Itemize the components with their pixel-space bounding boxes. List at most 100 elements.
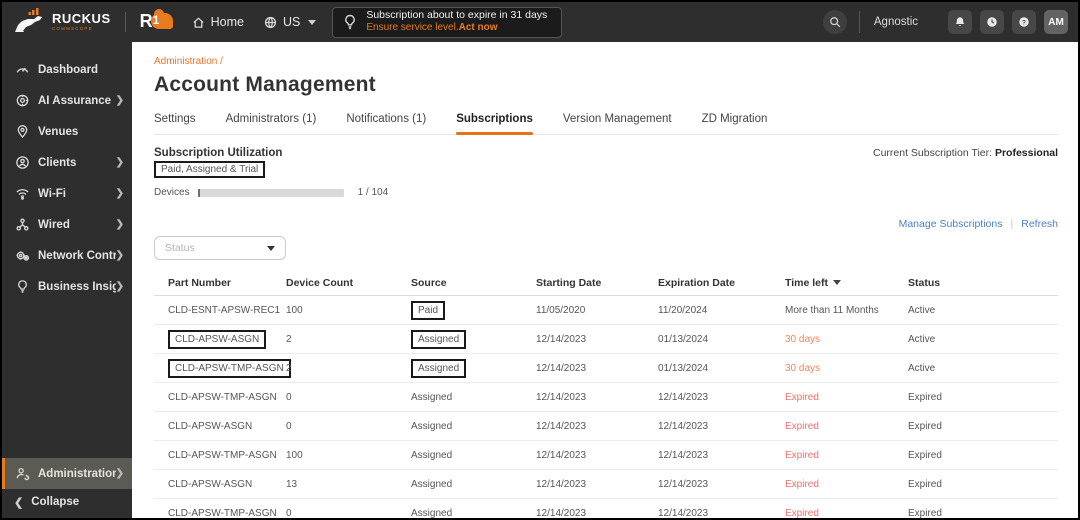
sidebar-collapse-button[interactable]: ❮ Collapse	[2, 489, 132, 515]
cell-part-number: CLD-APSW-TMP-ASGN	[168, 507, 277, 519]
venues-pin-icon	[14, 124, 30, 140]
cell-starting-date: 12/14/2023	[536, 507, 587, 519]
sidebar-item-venues[interactable]: Venues	[2, 116, 132, 147]
table-row[interactable]: CLD-APSW-ASGN 13 Assigned 12/14/2023 12/14/2…	[154, 470, 1058, 499]
cell-source-annotation-box: Assigned	[411, 358, 467, 378]
status-filter-placeholder: Status	[165, 242, 195, 254]
column-header-part-number[interactable]: Part Number	[154, 277, 272, 289]
brand-divider	[124, 12, 126, 32]
table-row[interactable]: CLD-APSW-TMP-ASGN 0 Assigned 12/14/2023 12/1…	[154, 383, 1058, 412]
refresh-link[interactable]: Refresh	[1021, 218, 1058, 230]
sidebar-item-label: Wired	[38, 218, 70, 231]
cell-status: Expired	[908, 420, 942, 432]
column-header-status[interactable]: Status	[894, 277, 1058, 289]
svg-text:?: ?	[1022, 20, 1026, 27]
sidebar-item-wired[interactable]: Wired ❯	[2, 209, 132, 240]
tab-administrators-1[interactable]: Administrators (1)	[226, 113, 317, 134]
sidebar-nav-list: Dashboard AI Assurance ❯ Venues Clients ❯ Wi-F…	[2, 42, 132, 302]
search-button[interactable]	[822, 10, 847, 34]
cell-starting-date: 12/14/2023	[536, 333, 587, 345]
region-selector[interactable]: US	[264, 15, 317, 29]
home-nav-button[interactable]: Home	[192, 15, 244, 29]
table-header-row: Part Number Device Count Source Starting Da…	[154, 270, 1058, 296]
dashboard-icon	[14, 62, 30, 78]
search-icon	[830, 17, 841, 28]
column-header-time-left[interactable]: Time left	[771, 277, 894, 289]
tab-subscriptions[interactable]: Subscriptions	[456, 113, 533, 135]
chevron-right-icon: ❯	[115, 188, 124, 199]
r1-product-logo: R 1	[140, 9, 174, 34]
account-name-label: Agnostic	[873, 16, 918, 28]
tab-version-management[interactable]: Version Management	[563, 113, 672, 134]
tab-zd-migration[interactable]: ZD Migration	[702, 113, 768, 134]
cell-device-count: 13	[286, 478, 298, 490]
notifications-button[interactable]	[948, 10, 972, 34]
tab-settings[interactable]: Settings	[154, 113, 196, 134]
cell-time-left: Expired	[785, 391, 819, 403]
sidebar-item-wi-fi[interactable]: Wi-Fi ❯	[2, 178, 132, 209]
clock-icon	[987, 17, 997, 27]
table-body: CLD-ESNT-APSW-REC1 100 Paid 11/05/2020 11/20…	[154, 296, 1058, 518]
sidebar-item-label: AI Assurance	[38, 94, 112, 107]
bulb-icon	[345, 14, 356, 30]
cell-starting-date: 12/14/2023	[536, 391, 587, 403]
cell-device-count: 0	[286, 507, 292, 519]
sidebar-item-administration[interactable]: Administration ❯	[2, 458, 132, 489]
sidebar-item-ai-assurance[interactable]: AI Assurance ❯	[2, 85, 132, 116]
column-header-device-count[interactable]: Device Count	[272, 277, 397, 289]
help-button[interactable]: ?	[1012, 10, 1036, 34]
cell-expiration-date: 11/20/2024	[658, 304, 708, 316]
cell-starting-date: 12/14/2023	[536, 362, 587, 374]
cell-part-number: CLD-APSW-ASGN	[168, 478, 253, 490]
cell-expiration-date: 12/14/2023	[658, 478, 709, 490]
home-icon	[193, 16, 204, 28]
column-header-source[interactable]: Source	[397, 277, 522, 289]
column-header-expiration-date[interactable]: Expiration Date	[644, 277, 771, 289]
cell-expiration-date: 01/13/2024	[658, 333, 709, 345]
cell-status: Expired	[908, 449, 942, 461]
table-row[interactable]: CLD-APSW-TMP-ASGN 100 Assigned 12/14/2023 12…	[154, 441, 1058, 470]
sort-caret-icon	[832, 280, 841, 285]
cell-status: Active	[908, 304, 936, 316]
cell-source: Assigned	[397, 358, 522, 378]
cell-expiration-date: 01/13/2024	[658, 362, 709, 374]
wired-icon	[14, 217, 30, 233]
sidebar-item-clients[interactable]: Clients ❯	[2, 147, 132, 178]
tab-notifications-1[interactable]: Notifications (1)	[346, 113, 426, 134]
table-row[interactable]: CLD-ESNT-APSW-REC1 100 Paid 11/05/2020 11/20…	[154, 296, 1058, 325]
globe-icon	[264, 16, 277, 28]
user-avatar[interactable]: AM	[1044, 10, 1068, 34]
cell-time-left: 30 days	[785, 362, 821, 374]
alert-submessage: Ensure service level.Act now	[366, 22, 547, 35]
chevron-right-icon: ❯	[115, 281, 124, 292]
table-row[interactable]: CLD-APSW-ASGN 2 Assigned 12/14/2023 01/13/20…	[154, 325, 1058, 354]
column-header-starting-date[interactable]: Starting Date	[522, 277, 644, 289]
table-row[interactable]: CLD-APSW-TMP-ASGN 0 Assigned 12/14/2023 12/1…	[154, 499, 1058, 519]
chevron-down-icon	[308, 19, 317, 25]
top-bar: RUCKUS COMMSCOPE R 1 Home US Subscriptio…	[2, 2, 1078, 42]
cell-part-number: CLD-ESNT-APSW-REC1	[168, 304, 281, 316]
recent-activity-button[interactable]	[980, 10, 1004, 34]
cell-starting-date: 12/14/2023	[536, 478, 587, 490]
cell-status: Active	[908, 333, 936, 345]
subscription-alert-banner[interactable]: Subscription about to expire in 31 days …	[332, 6, 563, 38]
manage-subscriptions-link[interactable]: Manage Subscriptions	[899, 218, 1003, 230]
question-mark-icon: ?	[1019, 17, 1029, 27]
sidebar-item-business-insights[interactable]: Business Insights❯	[2, 271, 132, 302]
cell-status: Expired	[908, 507, 942, 519]
home-label: Home	[210, 15, 244, 29]
table-row[interactable]: CLD-APSW-ASGN 0 Assigned 12/14/2023 12/14/20…	[154, 412, 1058, 441]
status-filter-select[interactable]: Status	[154, 236, 286, 260]
alert-act-now-link[interactable]: Act now	[459, 22, 498, 33]
chevron-right-icon: ❯	[115, 219, 124, 230]
table-row[interactable]: CLD-APSW-TMP-ASGN 2 Assigned 12/14/2023 01/1…	[154, 354, 1058, 383]
breadcrumb[interactable]: Administration /	[154, 56, 1058, 67]
cell-status: Expired	[908, 478, 942, 490]
subscriptions-table: Part Number Device Count Source Starting Da…	[154, 270, 1058, 518]
sidebar-item-dashboard[interactable]: Dashboard	[2, 54, 132, 85]
sidebar-item-label: Venues	[38, 125, 79, 138]
cell-source: Paid	[397, 300, 522, 320]
business-insights-icon	[14, 279, 30, 295]
sidebar-item-network-control[interactable]: Network Control❯	[2, 240, 132, 271]
cell-source: Assigned	[397, 329, 522, 349]
